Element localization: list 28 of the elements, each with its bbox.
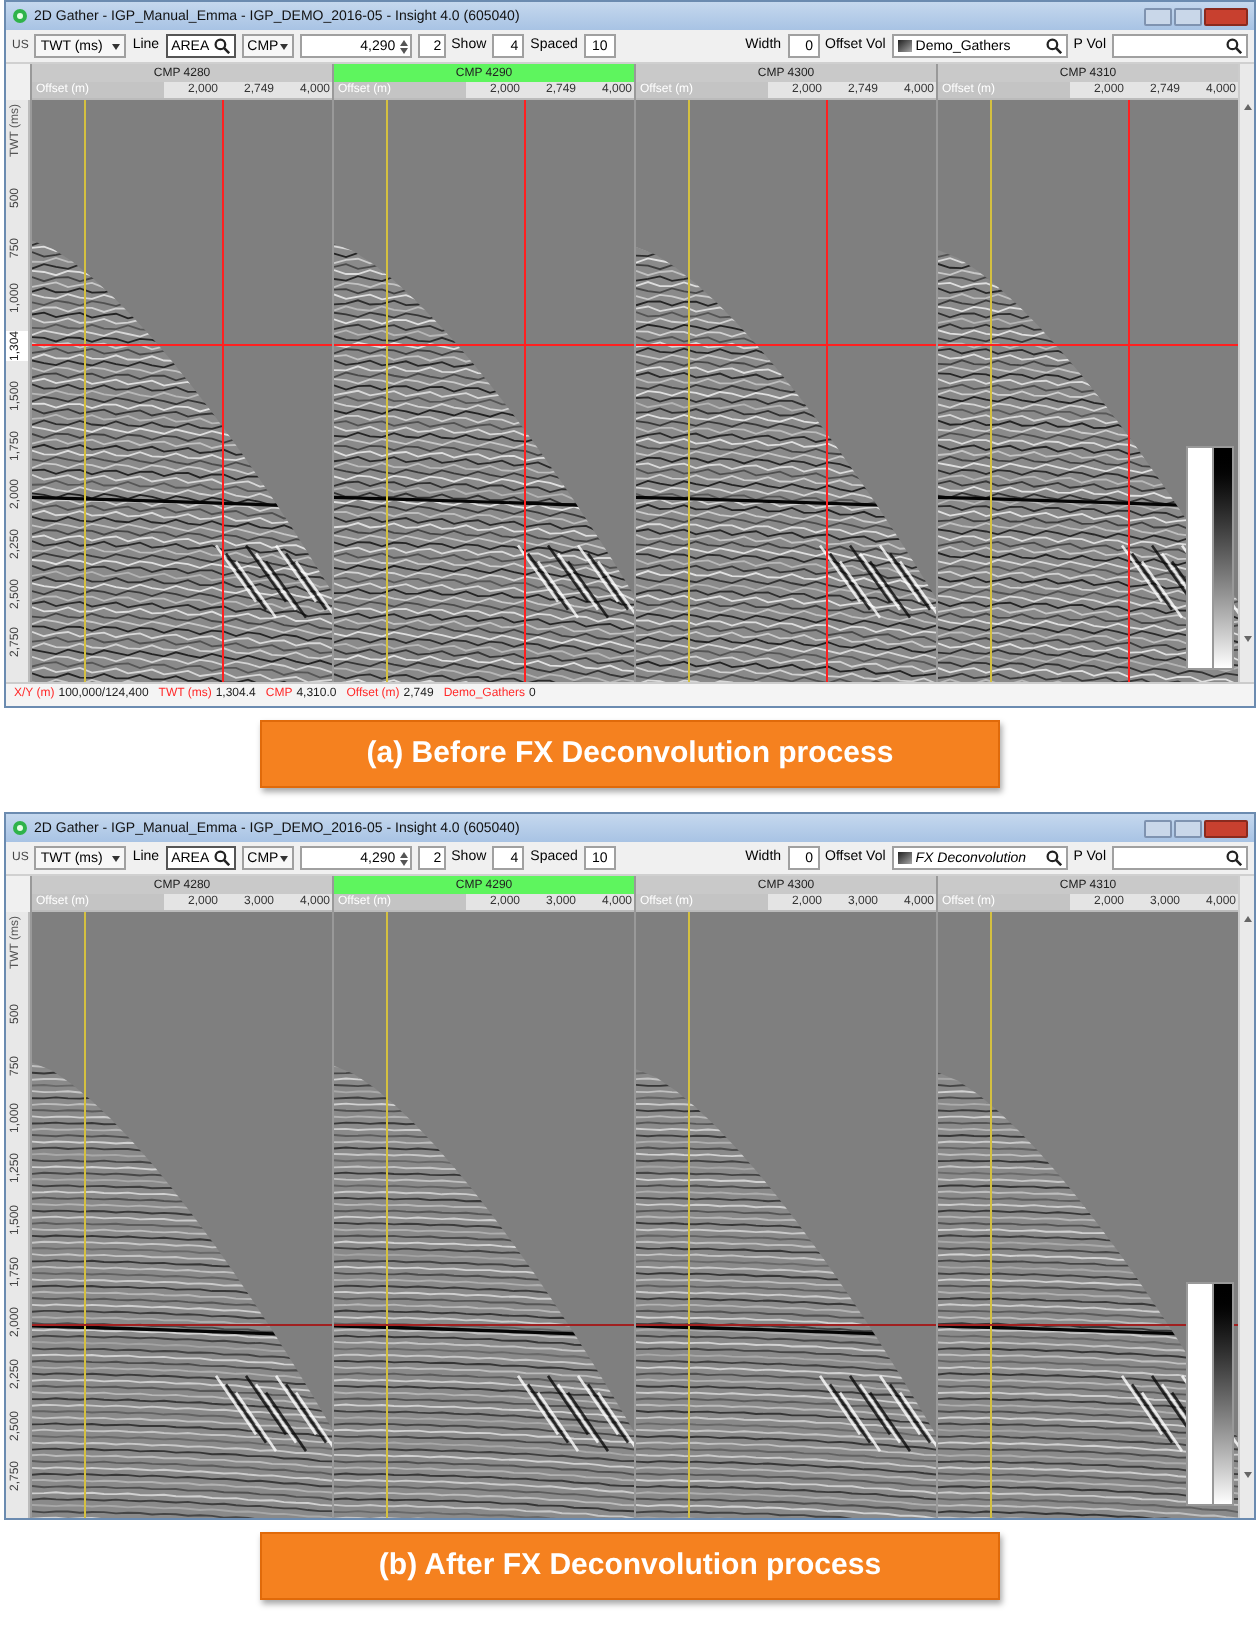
caption: (b) After FX Deconvolution process [260,1532,1000,1600]
scroll-down-icon[interactable] [1243,1472,1251,1478]
dropdown-arrow-icon [112,43,121,49]
app-icon [12,8,28,24]
dropdown-arrow-icon [279,855,288,861]
scroll-up-icon[interactable] [1243,104,1251,110]
search-icon[interactable] [213,850,230,866]
scroll-down-icon[interactable] [1243,636,1251,642]
scrollbar[interactable] [1238,64,1254,682]
caption: (a) Before FX Deconvolution process [260,720,1000,788]
volume-icon [897,40,912,52]
p-vol-field[interactable] [1112,846,1248,870]
search-icon[interactable] [1226,38,1242,54]
dropdown-arrow-icon [279,43,288,49]
app-icon [12,820,28,836]
search-icon[interactable] [1045,850,1062,866]
scroll-up-icon[interactable] [1243,916,1251,922]
search-icon[interactable] [213,38,230,54]
close-button[interactable] [1204,7,1248,25]
dropdown-arrow-icon [112,855,121,861]
close-button[interactable] [1204,819,1248,837]
scrollbar[interactable] [1238,876,1254,1518]
volume-icon [897,852,912,864]
spinner-arrows-icon [399,39,408,53]
search-icon[interactable] [1045,38,1062,54]
search-icon[interactable] [1226,850,1242,866]
spinner-arrows-icon [399,851,408,865]
p-vol-field[interactable] [1112,34,1248,58]
